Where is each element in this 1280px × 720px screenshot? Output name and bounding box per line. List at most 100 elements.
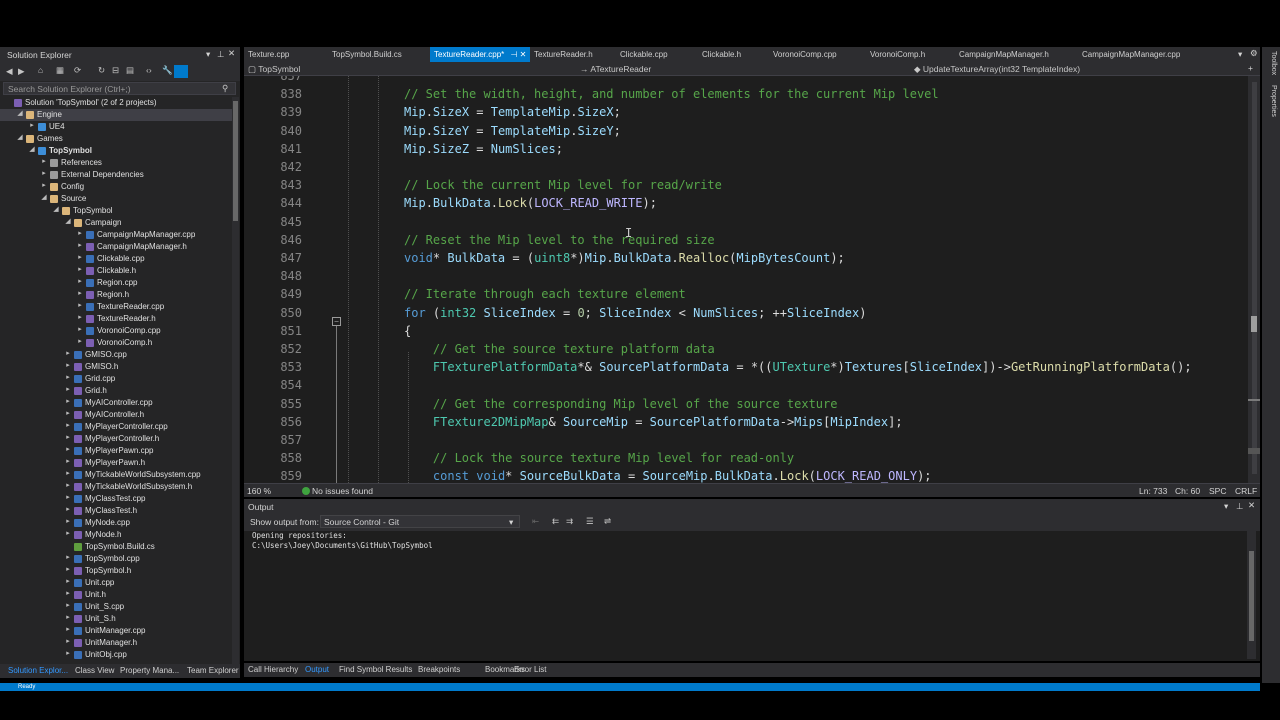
tree-item[interactable]: ▸ References <box>0 157 232 169</box>
left-bottom-tab[interactable]: Property Mana... <box>120 666 179 675</box>
tree-item[interactable]: ▸ Config <box>0 181 232 193</box>
tree-item[interactable]: ▸ Clickable.cpp <box>0 253 232 265</box>
home-icon[interactable]: ⌂ <box>38 65 43 75</box>
tree-item[interactable]: ▸ UnitObj.cpp <box>0 649 232 661</box>
output-dropdown-icon[interactable]: ▾ <box>1224 501 1228 512</box>
editor-tab[interactable]: VoronoiComp.cpp <box>769 47 866 62</box>
nav-project-dropdown[interactable]: ▢ TopSymbol <box>248 64 300 75</box>
collapsed-arrow-icon[interactable]: ▸ <box>64 457 72 465</box>
tree-item[interactable]: Solution 'TopSymbol' (2 of 2 projects) <box>0 97 232 109</box>
split-editor-icon[interactable]: + <box>1248 63 1253 73</box>
back-icon[interactable]: ◀ <box>6 66 13 77</box>
properties-tab[interactable]: Properties <box>1270 85 1277 117</box>
tree-item[interactable]: ▸ MyNode.h <box>0 529 232 541</box>
word-wrap-icon[interactable]: ⇌ <box>604 516 611 527</box>
tree-item[interactable]: ▸ MyAIController.h <box>0 409 232 421</box>
collapsed-arrow-icon[interactable]: ▸ <box>76 289 84 297</box>
tree-item[interactable]: ▸ TextureReader.cpp <box>0 301 232 313</box>
settings-icon[interactable]: ⚙ <box>1250 48 1258 59</box>
tree-item[interactable]: ▸ GMISO.h <box>0 361 232 373</box>
collapsed-arrow-icon[interactable]: ▸ <box>64 577 72 585</box>
left-bottom-tab[interactable]: Team Explorer <box>187 666 239 675</box>
toolbox-tab[interactable]: Toolbox <box>1270 51 1277 75</box>
collapsed-arrow-icon[interactable]: ▸ <box>64 385 72 393</box>
left-bottom-tab[interactable]: Class View <box>75 666 114 675</box>
expanded-arrow-icon[interactable]: ◢ <box>28 145 36 153</box>
tree-item[interactable]: ▸ GMISO.cpp <box>0 349 232 361</box>
collapsed-arrow-icon[interactable]: ▸ <box>64 421 72 429</box>
bottom-tool-tab[interactable]: Find Symbol Results <box>339 665 412 674</box>
tree-item[interactable]: ▸ MyPlayerController.h <box>0 433 232 445</box>
expanded-arrow-icon[interactable]: ◢ <box>40 193 48 201</box>
whitespace-mode[interactable]: SPC <box>1209 486 1226 496</box>
tree-item[interactable]: ▸ MyPlayerController.cpp <box>0 421 232 433</box>
code-line[interactable]: // Lock the current Mip level for read/w… <box>404 176 722 194</box>
code-line[interactable]: // Iterate through each texture element <box>404 285 686 303</box>
collapsed-arrow-icon[interactable]: ▸ <box>64 589 72 597</box>
collapsed-arrow-icon[interactable]: ▸ <box>64 349 72 357</box>
switch-views-icon[interactable]: ▦ <box>56 65 64 76</box>
code-line[interactable]: // Lock the source texture Mip level for… <box>404 449 794 467</box>
tree-scrollbar-thumb[interactable] <box>233 101 238 221</box>
editor-tab[interactable]: Clickable.h <box>698 47 769 62</box>
collapsed-arrow-icon[interactable]: ▸ <box>64 445 72 453</box>
code-line[interactable]: // Set the width, height, and number of … <box>404 85 939 103</box>
code-line[interactable]: // Reset the Mip level to the required s… <box>404 231 715 249</box>
collapse-all-icon[interactable]: ⊟ <box>112 65 119 76</box>
editor-tab[interactable]: TextureReader.cpp* ⊣ ✕ <box>430 47 530 62</box>
close-icon[interactable]: ✕ <box>228 48 235 59</box>
collapsed-arrow-icon[interactable]: ▸ <box>64 433 72 441</box>
code-line[interactable]: // Get the source texture platform data <box>404 340 715 358</box>
tree-item[interactable]: ▸ CampaignMapManager.cpp <box>0 229 232 241</box>
code-line[interactable]: Mip.SizeY = TemplateMip.SizeY; <box>404 122 621 140</box>
collapsed-arrow-icon[interactable]: ▸ <box>64 529 72 537</box>
scrollbar-thumb[interactable] <box>1251 316 1257 332</box>
editor-tab[interactable]: CampaignMapManager.cpp <box>1078 47 1198 62</box>
tree-scrollbar[interactable] <box>232 97 239 664</box>
editor-tab[interactable]: TopSymbol.Build.cs <box>328 47 430 62</box>
tree-item[interactable]: ◢ TopSymbol <box>0 205 232 217</box>
tree-item[interactable]: ◢ TopSymbol <box>0 145 232 157</box>
collapsed-arrow-icon[interactable]: ▸ <box>64 409 72 417</box>
tree-item[interactable]: ▸ MyNode.cpp <box>0 517 232 529</box>
collapsed-arrow-icon[interactable]: ▸ <box>40 157 48 165</box>
tree-item[interactable]: ▸ TextureReader.h <box>0 313 232 325</box>
output-pin-icon[interactable]: ⊥ <box>1236 501 1243 512</box>
tree-item[interactable]: ▸ VoronoiComp.cpp <box>0 325 232 337</box>
bottom-tool-tab[interactable]: Output <box>305 665 329 674</box>
collapsed-arrow-icon[interactable]: ▸ <box>64 625 72 633</box>
tree-item[interactable]: ▸ MyPlayerPawn.cpp <box>0 445 232 457</box>
collapsed-arrow-icon[interactable]: ▸ <box>76 265 84 273</box>
code-line[interactable]: const void* SourceBulkData = SourceMip.B… <box>404 467 932 483</box>
next-message-icon[interactable]: ⇉ <box>566 516 573 527</box>
tab-overflow-icon[interactable]: ▾ <box>1238 49 1242 60</box>
output-source-select[interactable]: Source Control - Git ▾ <box>320 515 520 528</box>
collapsed-arrow-icon[interactable]: ▸ <box>40 169 48 177</box>
collapsed-arrow-icon[interactable]: ▸ <box>76 229 84 237</box>
collapsed-arrow-icon[interactable]: ▸ <box>64 493 72 501</box>
editor-tab[interactable]: Texture.cpp <box>244 47 328 62</box>
tree-item[interactable]: ▸ MyClassTest.h <box>0 505 232 517</box>
output-close-icon[interactable]: ✕ <box>1248 500 1255 511</box>
show-all-files-icon[interactable]: ▤ <box>126 65 134 76</box>
tree-item[interactable]: ▸ TopSymbol.h <box>0 565 232 577</box>
tree-item[interactable]: ▸ UnitManager.h <box>0 637 232 649</box>
collapsed-arrow-icon[interactable]: ▸ <box>76 241 84 249</box>
sync-icon[interactable]: ⟳ <box>74 65 81 76</box>
code-line[interactable]: Mip.SizeX = TemplateMip.SizeX; <box>404 103 621 121</box>
solution-search-box[interactable]: Search Solution Explorer (Ctrl+;) ⚲ <box>3 82 236 95</box>
expanded-arrow-icon[interactable]: ◢ <box>64 217 72 225</box>
tree-item[interactable]: ◢ Games <box>0 133 232 145</box>
collapsed-arrow-icon[interactable]: ▸ <box>64 637 72 645</box>
editor-vertical-scrollbar[interactable] <box>1248 76 1260 483</box>
nav-member-dropdown[interactable]: ◆ UpdateTextureArray(int32 TemplateIndex… <box>914 64 1080 75</box>
pin-dropdown-icon[interactable]: ▾ <box>206 49 210 60</box>
bottom-tool-tab[interactable]: Error List <box>514 665 546 674</box>
code-line[interactable]: FTexturePlatformData*& SourcePlatformDat… <box>404 358 1192 376</box>
collapsed-arrow-icon[interactable]: ▸ <box>64 565 72 573</box>
tree-item[interactable]: ▸ MyAIController.cpp <box>0 397 232 409</box>
bottom-tool-tab[interactable]: Breakpoints <box>418 665 460 674</box>
tree-item[interactable]: ▸ Unit.h <box>0 589 232 601</box>
code-line[interactable]: Mip.SizeZ = NumSlices; <box>404 140 563 158</box>
left-bottom-tab[interactable]: Solution Explor... <box>8 666 68 675</box>
